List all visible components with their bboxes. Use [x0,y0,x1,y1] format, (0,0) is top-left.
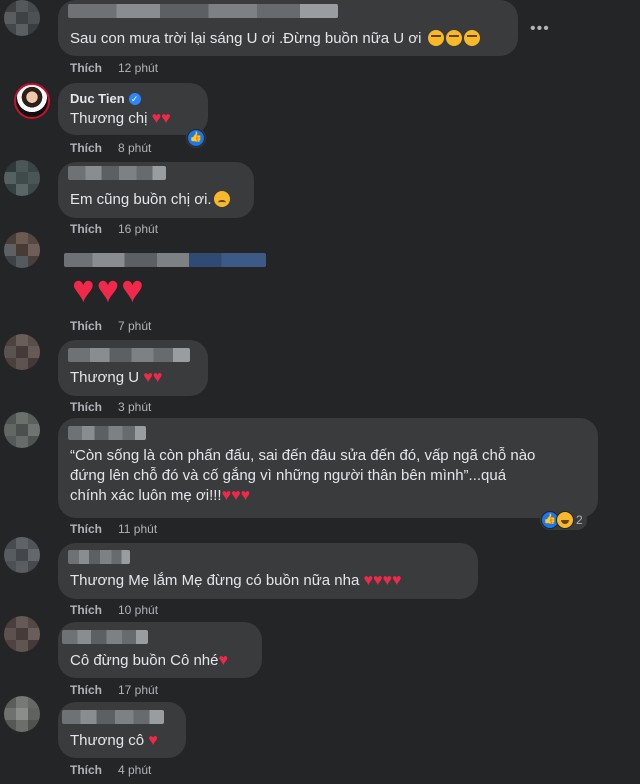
comment-text: Cô đừng buồn Cô nhé♥ [70,652,228,669]
avatar[interactable] [4,160,40,196]
heart-emoji-icon: ♥ [72,269,95,311]
heart-emoji-icon: ♥ [391,572,402,589]
blurred-author-name [68,166,166,180]
timestamp[interactable]: 12 phút [118,61,158,75]
like-link[interactable]: Thích [70,522,102,536]
comment-text: Thương U ♥♥ [70,369,163,386]
avatar[interactable] [14,83,50,119]
avatar[interactable] [4,696,40,732]
relieved-emoji-icon [463,30,480,46]
timestamp[interactable]: 17 phút [118,683,158,697]
like-link[interactable]: Thích [70,222,102,236]
reaction-count: 2 [576,513,583,527]
like-link[interactable]: Thích [70,141,102,155]
heart-emoji-icon: ♥ [161,110,171,127]
like-link[interactable]: Thích [70,763,102,777]
blurred-author-name [62,710,164,724]
heart-emoji-icon: ♥ [148,732,158,749]
relieved-emoji-icon [427,30,444,46]
comment-meta: Thích 16 phút [70,222,158,236]
heart-emoji-icon: ♥ [152,369,163,386]
timestamp[interactable]: 11 phút [118,522,157,536]
heart-emoji-icon: ♥ [240,487,251,504]
heart-emoji-icon: ♥ [382,572,392,589]
blurred-author-name [68,348,190,362]
reaction-summary[interactable]: 👍 [186,128,206,148]
avatar[interactable] [4,412,40,448]
blurred-author-name [68,550,130,564]
comment-text: Thương chị ♥♥ [70,110,171,127]
blurred-author-name [68,426,146,440]
sad-emoji-icon [213,191,230,207]
comment-meta: Thích 17 phút [70,683,158,697]
comment-text: Sau con mưa trời lại sáng U ơi .Đừng buồ… [70,29,480,49]
comment-meta: Thích 10 phút [70,603,158,617]
relieved-emoji-icon [445,30,462,46]
like-link[interactable]: Thích [70,603,102,617]
heart-emoji-icon: ♥ [151,110,162,127]
comment-meta: Thích 8 phút [70,141,151,155]
more-options-icon[interactable]: ••• [530,20,550,38]
timestamp[interactable]: 16 phút [118,222,158,236]
like-link[interactable]: Thích [70,683,102,697]
timestamp[interactable]: 4 phút [118,763,151,777]
heart-emoji-icon: ♥ [121,269,144,311]
comment-line: đứng lên chỗ đó và cố gắng vì những ngườ… [70,467,507,484]
heart-emoji-icon: ♥ [218,652,228,669]
comment-line: chính xác luôn mẹ ơi!!! [70,487,222,504]
verified-badge-icon: ✓ [128,92,141,105]
comment-text: Thương Mẹ lắm Mẹ đừng có buồn nữa nha ♥♥… [70,572,402,589]
comment-text: Em cũng buồn chị ơi. [70,190,230,210]
like-reaction-icon: 👍 [187,129,205,147]
comment-meta: Thích 7 phút [70,319,151,333]
timestamp[interactable]: 10 phút [118,603,158,617]
heart-emoji-icon: ♥ [96,269,120,311]
blurred-author-name [68,4,338,18]
like-link[interactable]: Thích [70,400,102,414]
avatar[interactable] [4,616,40,652]
timestamp[interactable]: 8 phút [118,141,151,155]
heart-emoji-icon: ♥ [363,572,373,589]
comment-meta: Thích 11 phút [70,522,157,536]
comment-text: Thương cô ♥ [70,732,158,749]
reaction-summary[interactable]: 👍 2 [540,510,587,530]
comment-meta: Thích 12 phút [70,61,158,75]
heart-emoji-icon: ♥ [221,487,232,504]
blurred-author-name [62,630,148,644]
timestamp[interactable]: 7 phút [118,319,151,333]
avatar[interactable] [4,0,40,36]
blurred-author-name [64,253,266,267]
comment-meta: Thích 4 phút [70,763,151,777]
heart-emoji-icon: ♥ [231,487,241,504]
heart-emoji-group: ♥ ♥ ♥ [72,270,144,310]
like-link[interactable]: Thích [70,61,102,75]
comment-meta: Thích 3 phút [70,400,151,414]
author-name[interactable]: Duc Tien ✓ [70,91,141,106]
comment-text: “Còn sống là còn phấn đấu, sai đến đâu s… [70,446,590,506]
avatar[interactable] [4,334,40,370]
avatar[interactable] [4,232,40,268]
comment-line: “Còn sống là còn phấn đấu, sai đến đâu s… [70,447,536,464]
haha-reaction-icon [556,511,574,529]
like-link[interactable]: Thích [70,319,102,333]
timestamp[interactable]: 3 phút [118,400,151,414]
avatar[interactable] [4,537,40,573]
heart-emoji-icon: ♥ [143,369,153,386]
